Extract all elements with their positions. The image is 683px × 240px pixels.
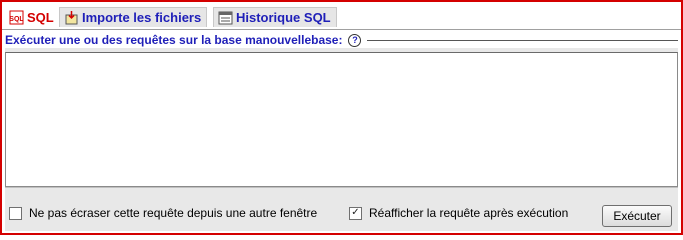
tab-history[interactable]: Historique SQL bbox=[213, 7, 337, 27]
query-fieldset-legend: Exécuter une ou des requêtes sur la base… bbox=[5, 32, 678, 48]
sql-panel: SQL SQL Importe les fichiers Historique … bbox=[0, 0, 683, 235]
no-overwrite-label[interactable]: Ne pas écraser cette requête depuis une … bbox=[29, 206, 317, 220]
tab-sql[interactable]: SQL SQL bbox=[4, 6, 60, 28]
query-legend: Exécuter une ou des requêtes sur la base… bbox=[5, 33, 343, 47]
import-icon bbox=[64, 10, 79, 25]
show-again-checkbox[interactable]: ✓ bbox=[349, 206, 362, 220]
execute-button[interactable]: Exécuter bbox=[602, 205, 672, 227]
tab-history-label: Historique SQL bbox=[236, 10, 331, 25]
sql-query-input[interactable] bbox=[5, 52, 678, 187]
show-again-label[interactable]: Réafficher la requête après exécution bbox=[369, 206, 568, 220]
tab-divider bbox=[2, 29, 681, 30]
show-again-option: ✓ Réafficher la requête après exécution bbox=[349, 206, 568, 220]
legend-divider bbox=[367, 40, 678, 41]
no-overwrite-checkbox[interactable] bbox=[9, 206, 22, 220]
sql-icon: SQL bbox=[9, 10, 24, 25]
svg-text:SQL: SQL bbox=[9, 16, 24, 23]
no-overwrite-option: Ne pas écraser cette requête depuis une … bbox=[9, 206, 317, 220]
history-icon bbox=[218, 10, 233, 25]
tab-import[interactable]: Importe les fichiers bbox=[59, 7, 208, 27]
tab-bar: SQL SQL Importe les fichiers Historique … bbox=[2, 4, 681, 30]
query-options-bar: Ne pas écraser cette requête depuis une … bbox=[5, 187, 678, 231]
help-icon[interactable]: ? bbox=[348, 33, 362, 47]
tab-sql-label: SQL bbox=[27, 10, 54, 25]
tab-import-label: Importe les fichiers bbox=[82, 10, 202, 25]
